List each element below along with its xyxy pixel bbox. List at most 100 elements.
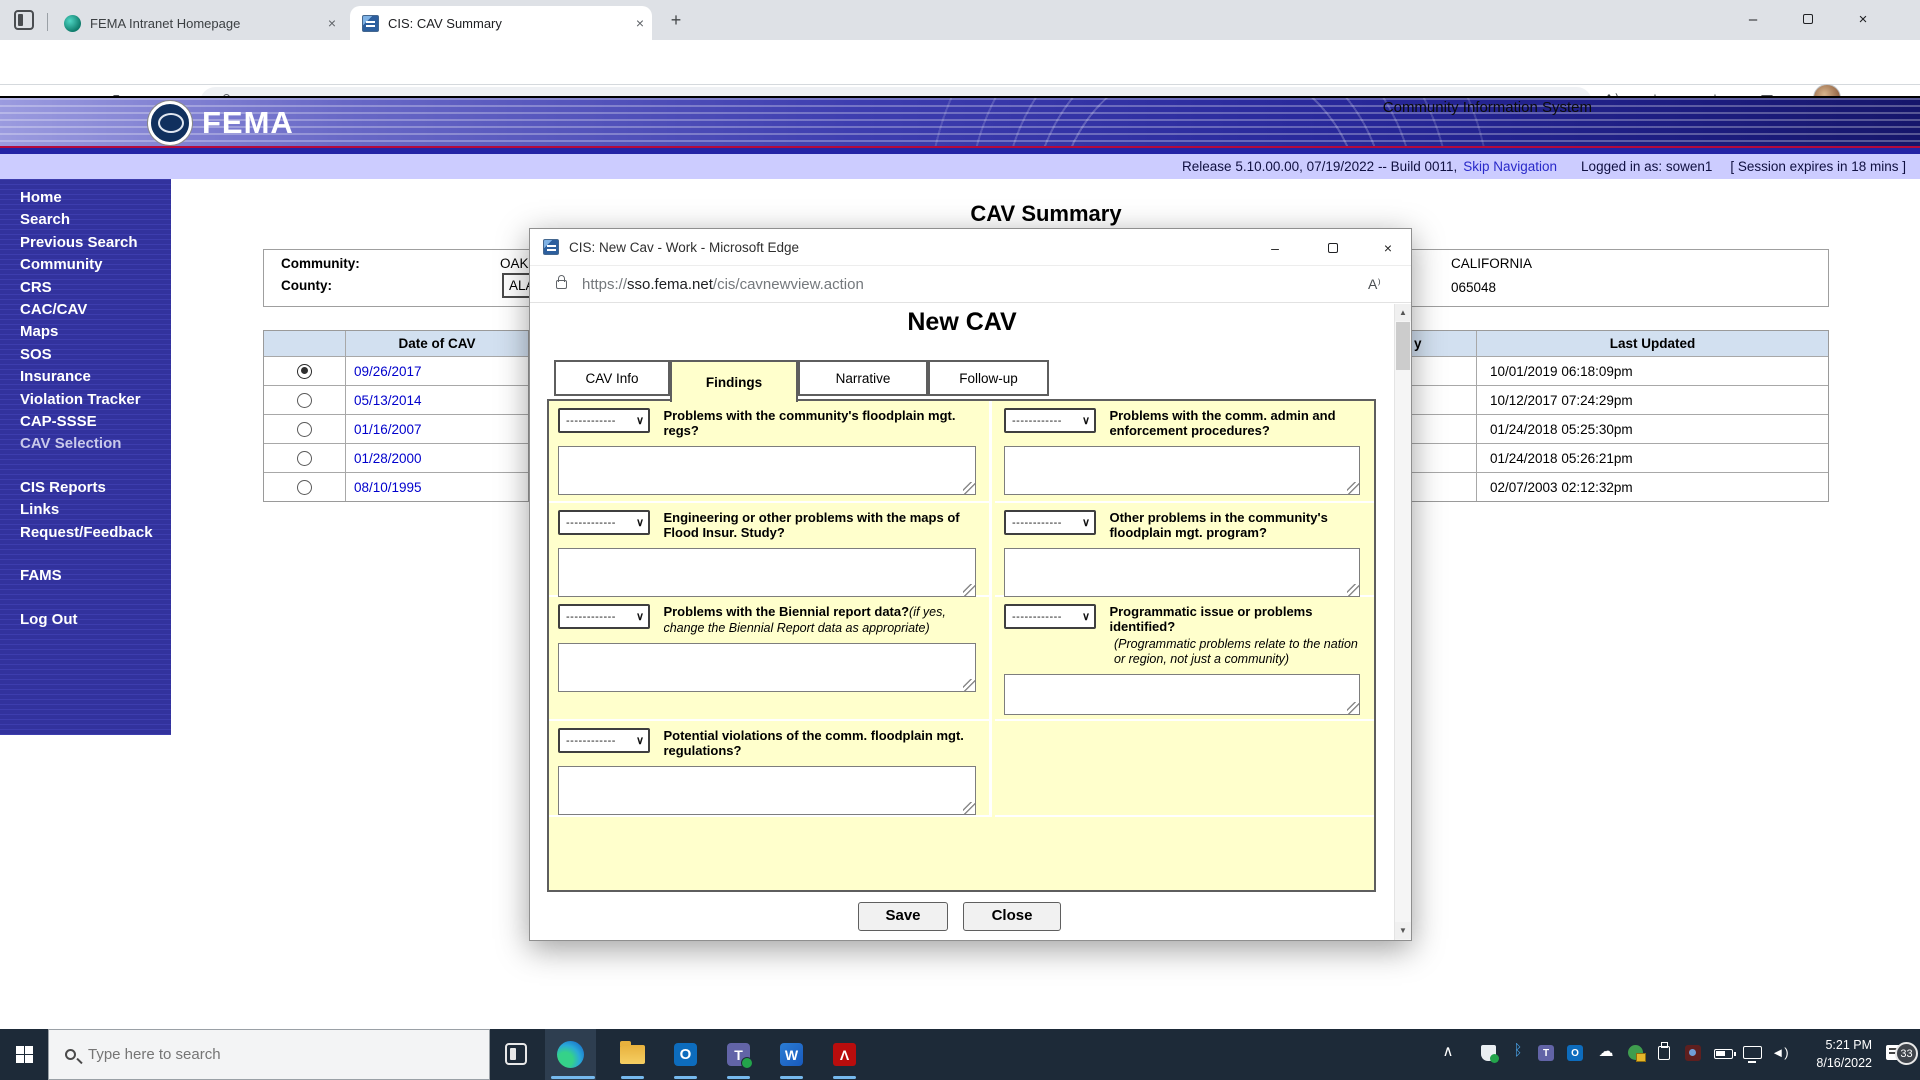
notification-badge[interactable]: 33: [1895, 1042, 1918, 1065]
row-radio[interactable]: [297, 450, 312, 466]
window-minimize-button[interactable]: –: [1738, 9, 1768, 31]
finding-select[interactable]: ------------ ∨: [558, 728, 650, 753]
taskbar-file-explorer[interactable]: [607, 1029, 658, 1080]
fema-wordmark: FEMA: [202, 105, 294, 140]
row-radio-selected[interactable]: [297, 363, 312, 379]
outlook-tray-icon[interactable]: O: [1567, 1045, 1583, 1061]
bluetooth-icon[interactable]: ᛒ: [1506, 1042, 1530, 1059]
cav-date-link[interactable]: 01/28/2000: [346, 451, 422, 466]
cav-date-link[interactable]: 09/26/2017: [346, 364, 422, 379]
finding-select[interactable]: ------------ ∨: [558, 408, 650, 433]
fema-seal-logo: [148, 101, 192, 145]
finding-textarea[interactable]: [558, 642, 976, 692]
table-row: 08/10/1995: [264, 472, 528, 501]
onedrive-icon[interactable]: ☁: [1594, 1042, 1618, 1060]
finding-textarea[interactable]: [1004, 673, 1360, 715]
taskbar-acrobat[interactable]: Λ: [819, 1029, 870, 1080]
tab-cav-info[interactable]: CAV Info: [554, 360, 670, 396]
finding-select[interactable]: ------------ ∨: [558, 604, 650, 629]
sidebar-item-crs[interactable]: CRS: [20, 277, 171, 299]
teams-tray-icon[interactable]: T: [1538, 1045, 1554, 1061]
finding-select[interactable]: ------------ ∨: [558, 510, 650, 535]
tab-narrative[interactable]: Narrative: [798, 360, 928, 396]
dialog-maximize-button[interactable]: [1317, 236, 1349, 260]
battery-icon[interactable]: [1714, 1049, 1736, 1059]
taskbar-word[interactable]: W: [766, 1029, 817, 1080]
tab-follow-up[interactable]: Follow-up: [928, 360, 1049, 396]
finding-textarea[interactable]: [558, 445, 976, 495]
sidebar-item-maps[interactable]: Maps: [20, 321, 171, 343]
sidebar-item-sos[interactable]: SOS: [20, 344, 171, 366]
taskbar-clock[interactable]: 5:21 PM 8/16/2022: [1786, 1036, 1872, 1072]
window-maximize-button[interactable]: [1793, 9, 1823, 31]
taskbar-outlook[interactable]: O: [660, 1029, 711, 1080]
close-tab-icon[interactable]: ×: [628, 15, 652, 31]
cav-date-link[interactable]: 08/10/1995: [346, 480, 422, 495]
sidebar-item-search[interactable]: Search: [20, 209, 171, 231]
finding-textarea[interactable]: [558, 547, 976, 597]
window-close-button[interactable]: ×: [1848, 9, 1878, 31]
page-title: CAV Summary: [970, 201, 1122, 226]
cav-table-right: y Last Updated 10/01/2019 06:18:09pm 10/…: [1411, 330, 1829, 502]
sidebar-item-request-feedback[interactable]: Request/Feedback: [20, 522, 171, 544]
sidebar-item-insurance[interactable]: Insurance: [20, 366, 171, 388]
finding-textarea[interactable]: [1004, 445, 1360, 495]
finding-cell: ------------ ∨ Problems with the communit…: [549, 401, 992, 503]
cav-date-link[interactable]: 01/16/2007: [346, 422, 422, 437]
scroll-down-icon[interactable]: ▼: [1395, 922, 1411, 939]
file-explorer-icon: [620, 1041, 645, 1064]
new-tab-button[interactable]: +: [664, 10, 688, 31]
finding-textarea[interactable]: [1004, 547, 1360, 597]
close-button[interactable]: Close: [963, 902, 1061, 931]
tray-expand-icon[interactable]: ∧: [1436, 1042, 1460, 1060]
dialog-close-button[interactable]: ×: [1372, 236, 1404, 260]
finding-cell-empty: [995, 721, 1374, 817]
finding-select[interactable]: ------------ ∨: [1004, 408, 1096, 433]
save-button[interactable]: Save: [858, 902, 948, 931]
tab-cav-summary-active[interactable]: CIS: CAV Summary ×: [350, 6, 652, 40]
finding-textarea[interactable]: [558, 765, 976, 815]
workspaces-icon[interactable]: [14, 10, 34, 30]
task-view-icon[interactable]: [505, 1043, 527, 1065]
finding-select[interactable]: ------------ ∨: [1004, 604, 1096, 629]
app-tray-icon[interactable]: [1685, 1045, 1701, 1061]
read-aloud-icon[interactable]: A⁾: [1368, 276, 1381, 293]
sidebar-item-cav-selection: CAV Selection: [20, 435, 122, 453]
sidebar-item-cap-ssse[interactable]: CAP-SSSE: [20, 411, 171, 433]
cis-page-icon: [362, 14, 379, 32]
skip-navigation-link[interactable]: Skip Navigation: [1463, 159, 1557, 174]
sidebar-item-community[interactable]: Community: [20, 254, 171, 276]
network-display-icon[interactable]: [1743, 1046, 1762, 1063]
row-radio[interactable]: [297, 421, 312, 437]
row-radio[interactable]: [297, 392, 312, 408]
vpn-lock-icon[interactable]: [1628, 1045, 1646, 1062]
taskbar-teams[interactable]: T: [713, 1029, 764, 1080]
tab-findings[interactable]: Findings: [670, 360, 798, 402]
chevron-down-icon: ∨: [635, 735, 644, 747]
sidebar-item-previous-search[interactable]: Previous Search: [20, 232, 171, 254]
dialog-minimize-button[interactable]: –: [1259, 236, 1291, 260]
sidebar-item-fams[interactable]: FAMS: [20, 565, 171, 587]
tab-fema-intranet[interactable]: FEMA Intranet Homepage ×: [52, 6, 344, 40]
sidebar-item-home[interactable]: Home: [20, 187, 171, 209]
finding-select[interactable]: ------------ ∨: [1004, 510, 1096, 535]
close-tab-icon[interactable]: ×: [320, 15, 344, 31]
scrollbar-thumb[interactable]: [1396, 322, 1410, 370]
usb-icon[interactable]: [1658, 1042, 1670, 1060]
taskbar-edge[interactable]: [545, 1029, 596, 1080]
row-radio[interactable]: [297, 479, 312, 495]
sidebar-item-links[interactable]: Links: [20, 499, 171, 521]
taskbar-search[interactable]: [48, 1029, 490, 1080]
sidebar-item-log-out[interactable]: Log Out: [20, 609, 171, 631]
search-input[interactable]: [88, 1046, 388, 1063]
sidebar-item-violation-tracker[interactable]: Violation Tracker: [20, 389, 171, 411]
security-shield-icon[interactable]: [1481, 1045, 1499, 1063]
table-header-row: Date of CAV: [264, 331, 528, 356]
sidebar-item-cac-cav[interactable]: CAC/CAV: [20, 299, 171, 321]
finding-cell: ------------ ∨ Problems with the comm. ad…: [995, 401, 1374, 503]
cav-date-link[interactable]: 05/13/2014: [346, 393, 422, 408]
start-button[interactable]: [0, 1029, 48, 1080]
sidebar-item-cis-reports[interactable]: CIS Reports: [20, 477, 171, 499]
dialog-scrollbar[interactable]: ▲ ▼: [1394, 304, 1411, 940]
scroll-up-icon[interactable]: ▲: [1395, 304, 1411, 321]
